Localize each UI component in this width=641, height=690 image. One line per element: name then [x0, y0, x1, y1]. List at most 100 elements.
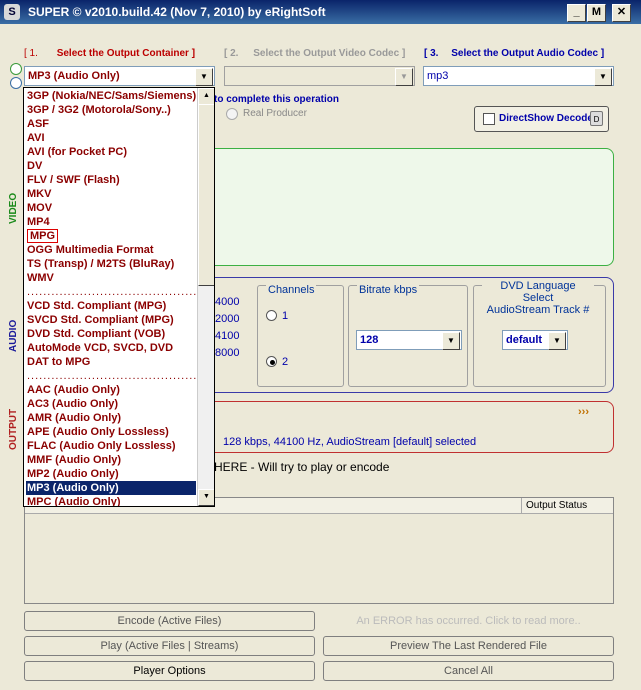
dropdown-option[interactable]: MPG	[26, 229, 196, 243]
dropdown-option[interactable]: MP4	[26, 215, 196, 229]
video-codec-header-num: [ 2.	[224, 48, 239, 59]
channels-group: Channels 1 2	[257, 284, 344, 387]
directshow-box[interactable]: DirectShow Decode D	[474, 106, 609, 132]
dropdown-option[interactable]: MPC (Audio Only)	[26, 495, 196, 507]
channel-1-radio[interactable]	[266, 310, 277, 321]
scroll-down-icon[interactable]: ▼	[198, 489, 214, 506]
dvd-track-select[interactable]: default ▼	[502, 330, 568, 350]
dropdown-separator: ........................................…	[26, 285, 196, 299]
dropdown-option[interactable]: MKV	[26, 187, 196, 201]
output-more-button[interactable]: ›››	[578, 406, 589, 418]
dropdown-option[interactable]: MOV	[26, 201, 196, 215]
real-producer-radio[interactable]	[226, 108, 238, 120]
dropdown-option[interactable]: DVD Std. Compliant (VOB)	[26, 327, 196, 341]
container-dropdown-list[interactable]: 3GP (Nokia/NEC/Sams/Siemens) 3GP / 3G2 (M…	[23, 87, 215, 507]
chevron-down-icon[interactable]: ▼	[594, 68, 612, 86]
radio-mode-2[interactable]	[10, 77, 22, 89]
dvd-language-legend-line1: DVD Language Select	[500, 280, 576, 304]
dropdown-option[interactable]: AutoMode VCD, SVCD, DVD	[26, 341, 196, 355]
bitrate-select[interactable]: 128 ▼	[356, 330, 462, 350]
container-options: 3GP (Nokia/NEC/Sams/Siemens) 3GP / 3G2 (M…	[26, 89, 196, 507]
audio-codec-select-value: mp3	[427, 70, 449, 82]
container-header-num: [ 1.	[24, 48, 38, 59]
audio-codec-select[interactable]: mp3 ▼	[423, 66, 614, 86]
dropdown-option-label: MOV	[27, 202, 53, 214]
dropdown-option[interactable]: AVI	[26, 131, 196, 145]
directshow-checkbox[interactable]	[483, 113, 495, 125]
directshow-info-icon[interactable]: D	[590, 111, 603, 126]
dropdown-option-label: AutoMode VCD, SVCD, DVD	[27, 342, 174, 354]
dropdown-option-label: VCD Std. Compliant (MPG)	[27, 300, 167, 312]
dropdown-option[interactable]: AC3 (Audio Only)	[26, 397, 196, 411]
dropdown-option[interactable]: OGG Multimedia Format	[26, 243, 196, 257]
chevron-down-icon[interactable]: ▼	[442, 332, 460, 350]
container-select[interactable]: MP3 (Audio Only) ▼	[24, 66, 215, 86]
sampling-value[interactable]: 8000	[215, 347, 245, 364]
dropdown-option-label: 3GP (Nokia/NEC/Sams/Siemens)	[27, 90, 197, 102]
error-link[interactable]: An ERROR has occurred. Click to read mor…	[323, 611, 614, 631]
dropdown-option[interactable]: FLV / SWF (Flash)	[26, 173, 196, 187]
dropdown-option[interactable]: AMR (Audio Only)	[26, 411, 196, 425]
channel-2-radio[interactable]	[266, 356, 277, 367]
maximize-button[interactable]: M	[587, 4, 606, 22]
dropdown-scrollbar[interactable]: ▲ ▼	[197, 88, 214, 506]
audio-side-label: AUDIO	[8, 319, 19, 352]
dropdown-option-label: AVI (for Pocket PC)	[27, 146, 128, 158]
sampling-value[interactable]: 2000	[215, 313, 245, 330]
dropdown-option[interactable]: SVCD Std. Compliant (MPG)	[26, 313, 196, 327]
close-button[interactable]: ✕	[612, 4, 631, 22]
dropdown-option[interactable]: DAT to MPG	[26, 355, 196, 369]
radio-mode-1[interactable]	[10, 63, 22, 75]
file-table[interactable]: Output Status	[24, 497, 614, 604]
column-output-status[interactable]: Output Status	[521, 498, 613, 514]
player-options-button[interactable]: Player Options	[24, 661, 315, 681]
scroll-up-icon[interactable]: ▲	[198, 88, 214, 105]
dropdown-option[interactable]: AAC (Audio Only)	[26, 383, 196, 397]
container-select-value: MP3 (Audio Only)	[28, 70, 120, 82]
dropdown-option-label: AVI	[27, 132, 45, 144]
dropdown-option[interactable]: MMF (Audio Only)	[26, 453, 196, 467]
dropdown-option[interactable]: 3GP / 3G2 (Motorola/Sony..)	[26, 103, 196, 117]
chevron-down-icon[interactable]: ▼	[395, 68, 413, 86]
dropdown-option[interactable]: ASF	[26, 117, 196, 131]
dropdown-option[interactable]: TS (Transp) / M2TS (BluRay)	[26, 257, 196, 271]
bitrate-select-value: 128	[360, 334, 379, 346]
directshow-label: DirectShow Decode	[499, 113, 593, 124]
dropdown-option[interactable]: MP2 (Audio Only)	[26, 467, 196, 481]
dropdown-option-label: MPC (Audio Only)	[27, 496, 121, 507]
dropdown-option-label: 3GP / 3G2 (Motorola/Sony..)	[27, 104, 171, 116]
dropdown-option-label: OGG Multimedia Format	[27, 244, 154, 256]
dropdown-option[interactable]: VCD Std. Compliant (MPG)	[26, 299, 196, 313]
dropdown-option[interactable]: APE (Audio Only Lossless)	[26, 425, 196, 439]
channel-1-label: 1	[282, 310, 289, 322]
dropdown-option-label: MP2 (Audio Only)	[27, 468, 119, 480]
sampling-value[interactable]: 4100	[215, 330, 245, 347]
dropdown-option[interactable]: MP3 (Audio Only)	[26, 481, 196, 495]
dropdown-separator: ........................................…	[26, 369, 196, 383]
play-button[interactable]: Play (Active Files | Streams)	[24, 636, 315, 656]
dropdown-option-label: TS (Transp) / M2TS (BluRay)	[27, 258, 175, 270]
title-bar[interactable]: S SUPER © v2010.build.42 (Nov 7, 2010) b…	[0, 0, 641, 24]
dropdown-option[interactable]: 3GP (Nokia/NEC/Sams/Siemens)	[26, 89, 196, 103]
audio-codec-header-label: Select the Output Audio Codec ]	[451, 48, 605, 59]
container-header: [ 1. Select the Output Container ]	[24, 48, 195, 59]
dropdown-option-label: MKV	[27, 188, 52, 200]
audio-codec-header-num: [ 3.	[424, 48, 439, 59]
chevron-down-icon[interactable]: ▼	[548, 332, 566, 350]
dropdown-option[interactable]: WMV	[26, 271, 196, 285]
encode-button[interactable]: Encode (Active Files)	[24, 611, 315, 631]
dropdown-option-label: SVCD Std. Compliant (MPG)	[27, 314, 174, 326]
sampling-values: 4000 2000 4100 8000	[215, 296, 245, 364]
cancel-all-button[interactable]: Cancel All	[323, 661, 614, 681]
video-codec-select[interactable]: ▼	[224, 66, 415, 86]
drop-hint: HERE - Will try to play or encode	[214, 460, 390, 474]
sampling-value[interactable]: 4000	[215, 296, 245, 313]
dropdown-option-label: AAC (Audio Only)	[27, 384, 120, 396]
dropdown-option[interactable]: FLAC (Audio Only Lossless)	[26, 439, 196, 453]
minimize-button[interactable]: _	[567, 4, 586, 22]
scroll-thumb[interactable]	[198, 104, 214, 286]
chevron-down-icon[interactable]: ▼	[195, 68, 213, 86]
dropdown-option[interactable]: AVI (for Pocket PC)	[26, 145, 196, 159]
dropdown-option[interactable]: DV	[26, 159, 196, 173]
preview-button[interactable]: Preview The Last Rendered File	[323, 636, 614, 656]
